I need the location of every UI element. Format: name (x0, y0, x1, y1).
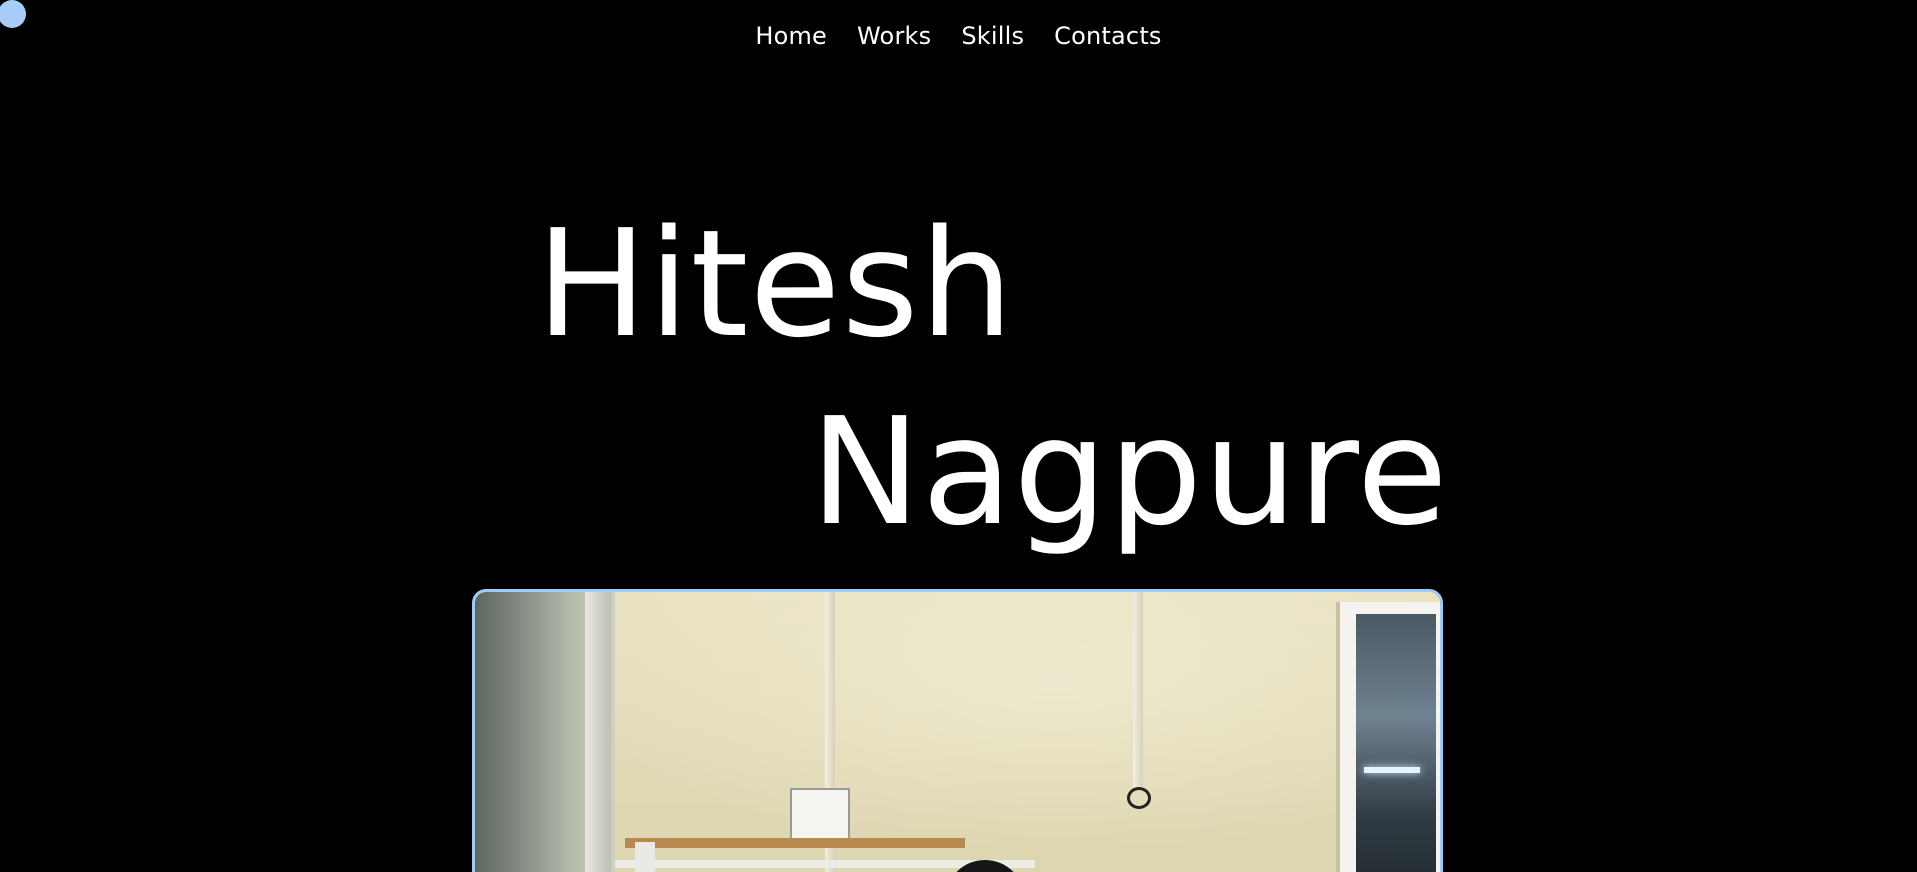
video-scene-pipe (1133, 592, 1143, 787)
video-scene-device-box (790, 788, 850, 840)
video-scene-light (1364, 767, 1420, 773)
video-scene-left-window-frame (585, 592, 611, 872)
hero-video[interactable] (472, 589, 1443, 872)
nav-link-skills[interactable]: Skills (961, 22, 1024, 50)
nav-link-contacts[interactable]: Contacts (1054, 22, 1161, 50)
nav-link-works[interactable]: Works (857, 22, 931, 50)
video-scene-right-window-glass (1356, 614, 1436, 872)
nav-link-home[interactable]: Home (755, 22, 827, 50)
portfolio-page: Home Works Skills Contacts Hitesh Nagpur… (0, 0, 1917, 872)
hero-last-name: Nagpure (810, 386, 1449, 558)
top-nav: Home Works Skills Contacts (0, 22, 1917, 50)
video-scene-hook (1127, 787, 1151, 809)
hero-first-name: Hitesh (536, 198, 1015, 370)
video-scene-wall (475, 592, 1440, 872)
